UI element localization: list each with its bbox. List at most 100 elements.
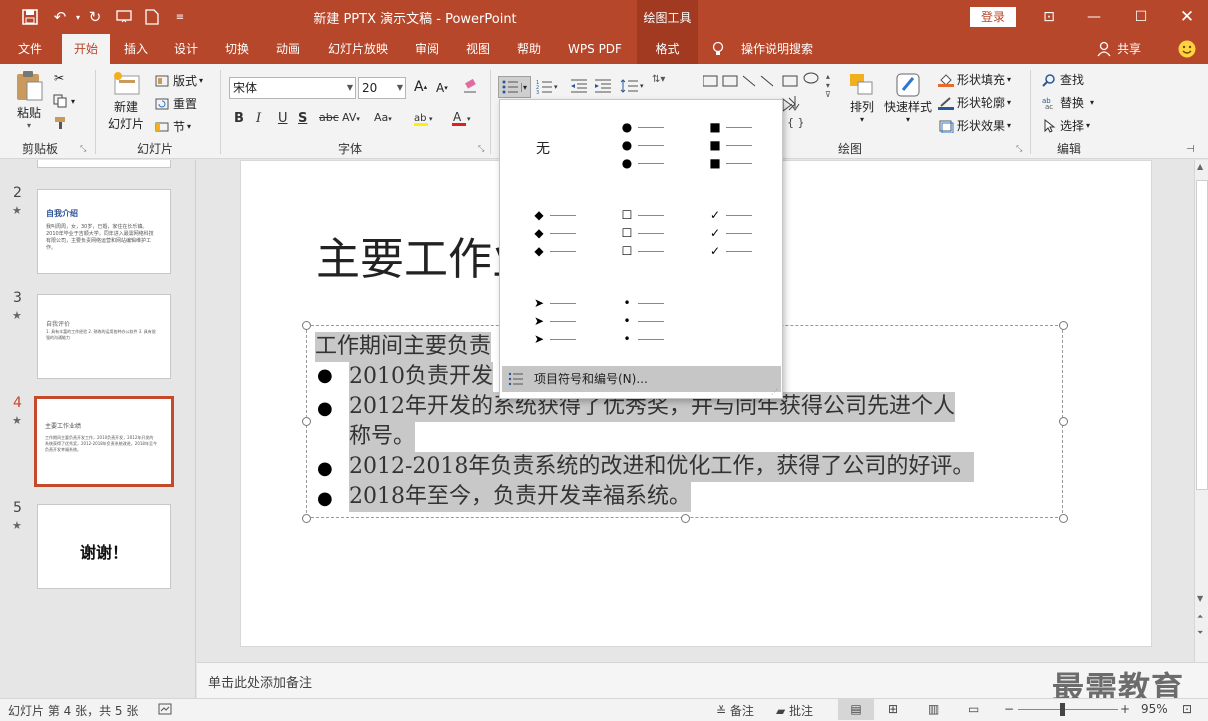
slide-thumbnail-5[interactable]: 谢谢！ bbox=[37, 504, 171, 589]
bullet-option-arrow[interactable]: ➤ ➤ ➤ bbox=[510, 288, 590, 356]
italic-icon[interactable]: I bbox=[256, 111, 261, 126]
change-case-icon[interactable]: Aa▾ bbox=[374, 111, 392, 124]
drawing-launcher-icon[interactable]: ⤡ bbox=[1016, 144, 1022, 154]
slide-thumbnail-2[interactable]: 自我介绍 我叫周周，女，30岁，已婚，家住在长乐镇。2010年毕业于吉顺大学，同… bbox=[37, 189, 171, 274]
resize-grip-icon[interactable]: ⋰ bbox=[771, 388, 778, 396]
login-button[interactable]: 登录 bbox=[970, 7, 1016, 27]
resize-handle[interactable] bbox=[302, 417, 311, 426]
share-button[interactable]: 共享 bbox=[1114, 34, 1144, 64]
font-color-icon[interactable]: A ▾ bbox=[451, 110, 473, 131]
line-spacing-icon[interactable]: ▾ bbox=[620, 79, 646, 93]
numbering-icon[interactable]: 1 2 3 ▾ bbox=[536, 79, 560, 95]
decrease-indent-icon[interactable] bbox=[570, 79, 588, 93]
resize-handle[interactable] bbox=[1059, 417, 1068, 426]
shadow-icon[interactable]: S bbox=[298, 111, 307, 126]
scroll-thumb[interactable] bbox=[1196, 180, 1208, 490]
reset-button[interactable]: 重置 bbox=[155, 95, 197, 112]
accessibility-icon[interactable] bbox=[158, 702, 172, 719]
bullet-option-none[interactable]: 无 bbox=[510, 112, 590, 180]
zoom-level[interactable]: 95% bbox=[1141, 702, 1168, 716]
resize-handle[interactable] bbox=[1059, 321, 1068, 330]
bullets-button[interactable]: ▾ bbox=[498, 76, 531, 98]
underline-icon[interactable]: U bbox=[278, 111, 288, 126]
highlight-color-icon[interactable]: ab ▾ bbox=[413, 111, 435, 131]
vertical-scrollbar[interactable]: ▲ ▼ ⏶ ⏷ bbox=[1194, 160, 1208, 662]
notes-toggle-button[interactable]: ≚ 备注 bbox=[716, 702, 754, 719]
tab-file[interactable]: 文件 bbox=[6, 34, 54, 64]
tab-animations[interactable]: 动画 bbox=[264, 34, 312, 64]
tab-insert[interactable]: 插入 bbox=[112, 34, 160, 64]
resize-handle[interactable] bbox=[302, 321, 311, 330]
text-direction-icon[interactable]: ⇅▾ bbox=[652, 74, 665, 85]
minimize-icon[interactable]: — bbox=[1079, 6, 1109, 28]
bold-icon[interactable]: B bbox=[234, 111, 244, 126]
font-launcher-icon[interactable]: ⤡ bbox=[478, 144, 484, 154]
tab-help[interactable]: 帮助 bbox=[505, 34, 553, 64]
tab-slideshow[interactable]: 幻灯片放映 bbox=[318, 34, 398, 64]
increase-font-icon[interactable]: A ▴ bbox=[414, 79, 427, 95]
tell-me-search[interactable]: 操作说明搜索 bbox=[732, 34, 822, 64]
quick-styles-button[interactable]: 快速样式 ▾ bbox=[882, 72, 934, 124]
cut-icon[interactable]: ✂ bbox=[54, 71, 64, 85]
next-slide-icon[interactable]: ⏷ bbox=[1197, 628, 1203, 638]
tab-review[interactable]: 审阅 bbox=[403, 34, 451, 64]
shape-effects-button[interactable]: 形状效果 ▾ bbox=[938, 117, 1011, 134]
tab-format[interactable]: 格式 bbox=[637, 34, 698, 64]
fit-to-window-icon[interactable]: ⊡ bbox=[1182, 702, 1192, 716]
scroll-down-icon[interactable]: ▼ bbox=[1197, 594, 1203, 603]
increase-indent-icon[interactable] bbox=[594, 79, 612, 93]
tab-home[interactable]: 开始 bbox=[62, 34, 110, 64]
close-icon[interactable]: ✕ bbox=[1172, 6, 1202, 28]
previous-slide-icon[interactable]: ⏶ bbox=[1197, 612, 1203, 622]
bullet-option-hollow-square[interactable]: ☐ ☐ ☐ bbox=[598, 200, 678, 268]
resize-handle[interactable] bbox=[681, 514, 690, 523]
bullet-option-filled-square[interactable]: ■ ■ ■ bbox=[686, 112, 766, 180]
resize-handle[interactable] bbox=[302, 514, 311, 523]
oval-shape-icon[interactable] bbox=[803, 72, 819, 84]
notes-placeholder[interactable]: 单击此处添加备注 bbox=[208, 672, 312, 691]
bullet-option-diamond[interactable]: ◆ ◆ ◆ bbox=[510, 200, 590, 268]
shape-fill-button[interactable]: 形状填充 ▾ bbox=[938, 71, 1011, 88]
slide-sorter-icon[interactable]: ⊞ bbox=[888, 702, 898, 716]
zoom-out-icon[interactable]: − bbox=[1004, 702, 1014, 716]
strikethrough-icon[interactable]: abc bbox=[319, 111, 339, 124]
zoom-slider-track[interactable] bbox=[1018, 709, 1118, 710]
replace-button[interactable]: ab ac 替换 ▾ bbox=[1042, 94, 1094, 111]
clipboard-launcher-icon[interactable]: ⤡ bbox=[80, 144, 86, 154]
decrease-font-icon[interactable]: A ▾ bbox=[436, 81, 448, 95]
layout-button[interactable]: 版式 ▾ bbox=[155, 72, 203, 89]
comments-toggle-button[interactable]: ▰ 批注 bbox=[776, 702, 813, 719]
font-size-dropdown-icon[interactable]: ▼ bbox=[397, 78, 403, 98]
tab-wps-pdf[interactable]: WPS PDF bbox=[560, 34, 630, 64]
feedback-smiley-icon[interactable] bbox=[1176, 34, 1198, 64]
shapes-more-icon[interactable]: ▴ ▾ ⊽ bbox=[825, 72, 831, 99]
font-size-combo[interactable]: 20 ▼ bbox=[358, 77, 406, 99]
new-slide-button[interactable]: 新建 幻灯片 bbox=[104, 70, 148, 132]
character-spacing-icon[interactable]: AV▾ bbox=[342, 111, 360, 124]
slide-thumbnail-1-partial[interactable] bbox=[37, 160, 171, 168]
font-name-dropdown-icon[interactable]: ▼ bbox=[347, 78, 353, 98]
find-button[interactable]: 查找 bbox=[1042, 71, 1084, 88]
bullets-dropdown-icon[interactable]: ▾ bbox=[521, 82, 527, 92]
bullet-option-checkmark[interactable]: ✓ ✓ ✓ bbox=[686, 200, 766, 268]
bullet-option-filled-circle[interactable]: ● ● ● bbox=[598, 112, 678, 180]
reading-view-icon[interactable]: ▥ bbox=[928, 702, 939, 716]
ribbon-display-options-icon[interactable]: ⊡ bbox=[1034, 6, 1064, 28]
select-button[interactable]: 选择 ▾ bbox=[1042, 117, 1090, 134]
arrange-button[interactable]: 排列 ▾ bbox=[846, 72, 878, 124]
resize-handle[interactable] bbox=[1059, 514, 1068, 523]
clear-formatting-icon[interactable] bbox=[462, 79, 478, 93]
format-painter-icon[interactable] bbox=[54, 116, 68, 130]
slide-thumbnail-4-selected[interactable]: 主要工作业绩 工作期间主要负责开发工作，2010负责开发，2012年开发的系统获… bbox=[34, 396, 174, 487]
zoom-slider-thumb[interactable] bbox=[1060, 703, 1065, 716]
bullet-option-small-dot[interactable]: • • • bbox=[598, 288, 678, 356]
slide-thumbnail-3[interactable]: 自我评价 1. 具有丰富的工作经验 2. 熟练的运用各种办公软件 3. 具有很强… bbox=[37, 294, 171, 379]
slideshow-view-icon[interactable]: ▭ bbox=[968, 702, 979, 716]
paste-button[interactable]: 粘贴 ▾ bbox=[12, 70, 46, 130]
scroll-up-icon[interactable]: ▲ bbox=[1197, 162, 1203, 171]
shape-outline-button[interactable]: 形状轮廓 ▾ bbox=[938, 94, 1011, 111]
bullets-and-numbering-menu-item[interactable]: 项目符号和编号(N)... bbox=[502, 366, 781, 392]
tab-transitions[interactable]: 切换 bbox=[213, 34, 261, 64]
paste-dropdown-icon[interactable]: ▾ bbox=[27, 121, 31, 130]
font-name-combo[interactable]: 宋体 ▼ bbox=[229, 77, 356, 99]
